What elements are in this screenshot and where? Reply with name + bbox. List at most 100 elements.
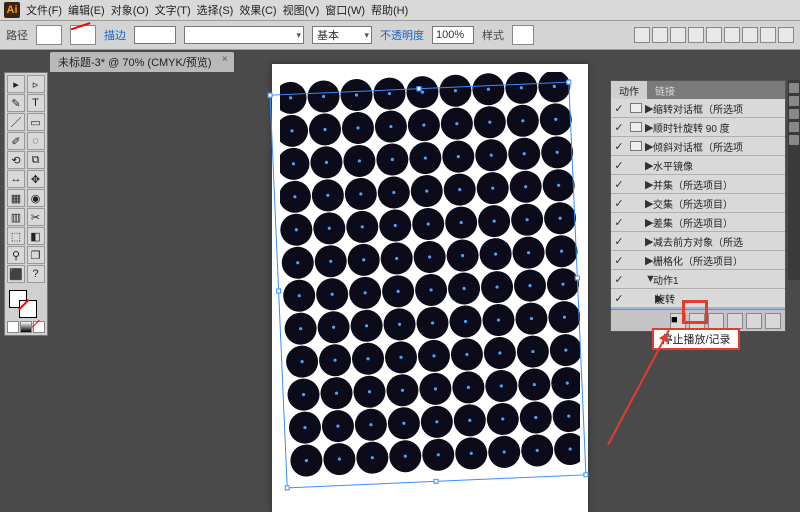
- expand-icon[interactable]: ▶: [645, 292, 655, 305]
- toggle-check-icon[interactable]: ✓: [611, 121, 627, 134]
- dialog-toggle-icon[interactable]: [630, 255, 642, 265]
- expand-icon[interactable]: ▶: [645, 121, 653, 134]
- align-icon[interactable]: [742, 27, 758, 43]
- dialog-toggle-icon[interactable]: [630, 122, 642, 132]
- expand-icon[interactable]: ▼: [645, 273, 653, 285]
- align-icon[interactable]: [670, 27, 686, 43]
- expand-icon[interactable]: ▶: [645, 159, 653, 172]
- action-row[interactable]: ✓▶差集（所选项目）: [611, 213, 785, 232]
- document-tab[interactable]: 未标题-3* @ 70% (CMYK/预览) ×: [50, 52, 234, 72]
- expand-icon[interactable]: ▶: [645, 197, 653, 210]
- tool-9[interactable]: ⧉: [27, 151, 45, 169]
- stroke-label[interactable]: 描边: [104, 27, 126, 43]
- tool-5[interactable]: ▭: [27, 113, 45, 131]
- tool-20[interactable]: ⬛: [7, 265, 25, 283]
- dialog-toggle-icon[interactable]: [630, 217, 642, 227]
- panel-icon[interactable]: [789, 109, 799, 119]
- stroke-swatch[interactable]: [70, 25, 96, 45]
- action-row[interactable]: ✓▶缩转对话框（所选项: [611, 99, 785, 118]
- new-action-button[interactable]: [746, 313, 762, 329]
- tool-19[interactable]: ❐: [27, 246, 45, 264]
- expand-icon[interactable]: ▶: [645, 102, 653, 115]
- stroke-weight-input[interactable]: [134, 26, 176, 44]
- menu-file[interactable]: 文件(F): [26, 2, 62, 18]
- opacity-label[interactable]: 不透明度: [380, 27, 424, 43]
- expand-icon[interactable]: ▶: [645, 254, 653, 267]
- panel-icon[interactable]: [789, 83, 799, 93]
- selection-bbox[interactable]: [270, 82, 587, 489]
- toggle-check-icon[interactable]: ✓: [611, 197, 627, 210]
- collapsed-panels-strip[interactable]: [788, 80, 800, 280]
- action-row[interactable]: ✓▶顺时针旋转 90 度: [611, 118, 785, 137]
- tab-links[interactable]: 链接: [647, 81, 683, 99]
- toggle-check-icon[interactable]: ✓: [611, 140, 627, 153]
- tool-8[interactable]: ⟲: [7, 151, 25, 169]
- expand-icon[interactable]: ▶: [645, 235, 653, 248]
- tool-18[interactable]: ⚲: [7, 246, 25, 264]
- toggle-check-icon[interactable]: ✓: [611, 254, 627, 267]
- tab-actions[interactable]: 动作: [611, 81, 647, 99]
- tool-15[interactable]: ✂: [27, 208, 45, 226]
- tool-21[interactable]: ?: [27, 265, 45, 283]
- tool-2[interactable]: ✎: [7, 94, 25, 112]
- dialog-toggle-icon[interactable]: [630, 160, 642, 170]
- artboard[interactable]: [272, 64, 588, 512]
- menu-window[interactable]: 窗口(W): [325, 2, 365, 18]
- tool-14[interactable]: ▥: [7, 208, 25, 226]
- toggle-check-icon[interactable]: ✓: [611, 159, 627, 172]
- brush-dropdown[interactable]: [184, 26, 304, 44]
- toggle-check-icon[interactable]: ✓: [611, 292, 627, 305]
- fill-swatch[interactable]: [36, 25, 62, 45]
- tool-17[interactable]: ◧: [27, 227, 45, 245]
- tool-6[interactable]: ✐: [7, 132, 25, 150]
- trash-button[interactable]: [765, 313, 781, 329]
- tool-4[interactable]: ／: [7, 113, 25, 131]
- dialog-toggle-icon[interactable]: [630, 198, 642, 208]
- action-row[interactable]: ✓▶倾斜对话框（所选项: [611, 137, 785, 156]
- tool-10[interactable]: ↔: [7, 170, 25, 188]
- menu-help[interactable]: 帮助(H): [371, 2, 408, 18]
- expand-icon[interactable]: ▶: [645, 178, 653, 191]
- toggle-check-icon[interactable]: ✓: [611, 235, 627, 248]
- menu-view[interactable]: 视图(V): [283, 2, 320, 18]
- tool-3[interactable]: T: [27, 94, 45, 112]
- dialog-toggle-icon[interactable]: [630, 103, 642, 113]
- action-row[interactable]: ✓▶减去前方对象（所选: [611, 232, 785, 251]
- align-icon[interactable]: [706, 27, 722, 43]
- toggle-check-icon[interactable]: ✓: [611, 178, 627, 191]
- new-set-button[interactable]: [727, 313, 743, 329]
- transform-icon[interactable]: [778, 27, 794, 43]
- dialog-toggle-icon[interactable]: [630, 236, 642, 246]
- menu-type[interactable]: 文字(T): [155, 2, 191, 18]
- dialog-toggle-icon[interactable]: [630, 293, 642, 303]
- style-swatch[interactable]: [512, 25, 534, 45]
- action-row[interactable]: ✓▼动作1: [611, 270, 785, 289]
- action-row[interactable]: ✓▶交集（所选项目）: [611, 194, 785, 213]
- tool-7[interactable]: ◌: [27, 132, 45, 150]
- toggle-check-icon[interactable]: ✓: [611, 102, 627, 115]
- tool-12[interactable]: ▦: [7, 189, 25, 207]
- expand-icon[interactable]: ▶: [645, 216, 653, 229]
- align-icon[interactable]: [688, 27, 704, 43]
- panel-icon[interactable]: [789, 135, 799, 145]
- menu-edit[interactable]: 编辑(E): [68, 2, 105, 18]
- dialog-toggle-icon[interactable]: [630, 179, 642, 189]
- align-icon[interactable]: [652, 27, 668, 43]
- tool-0[interactable]: ▸: [7, 75, 25, 93]
- action-row[interactable]: ✓▶栅格化（所选项目）: [611, 251, 785, 270]
- toggle-check-icon[interactable]: ✓: [611, 273, 627, 286]
- align-icon[interactable]: [634, 27, 650, 43]
- play-button[interactable]: [708, 313, 724, 329]
- fill-stroke-box[interactable]: [7, 288, 45, 318]
- menu-select[interactable]: 选择(S): [197, 2, 234, 18]
- close-tab-icon[interactable]: ×: [222, 54, 228, 65]
- tool-1[interactable]: ▹: [27, 75, 45, 93]
- transform-icon[interactable]: [760, 27, 776, 43]
- expand-icon[interactable]: ▶: [645, 140, 653, 153]
- panel-icon[interactable]: [789, 122, 799, 132]
- toggle-check-icon[interactable]: ✓: [611, 216, 627, 229]
- align-icon[interactable]: [724, 27, 740, 43]
- dialog-toggle-icon[interactable]: [630, 141, 642, 151]
- menu-object[interactable]: 对象(O): [111, 2, 149, 18]
- tool-11[interactable]: ✥: [27, 170, 45, 188]
